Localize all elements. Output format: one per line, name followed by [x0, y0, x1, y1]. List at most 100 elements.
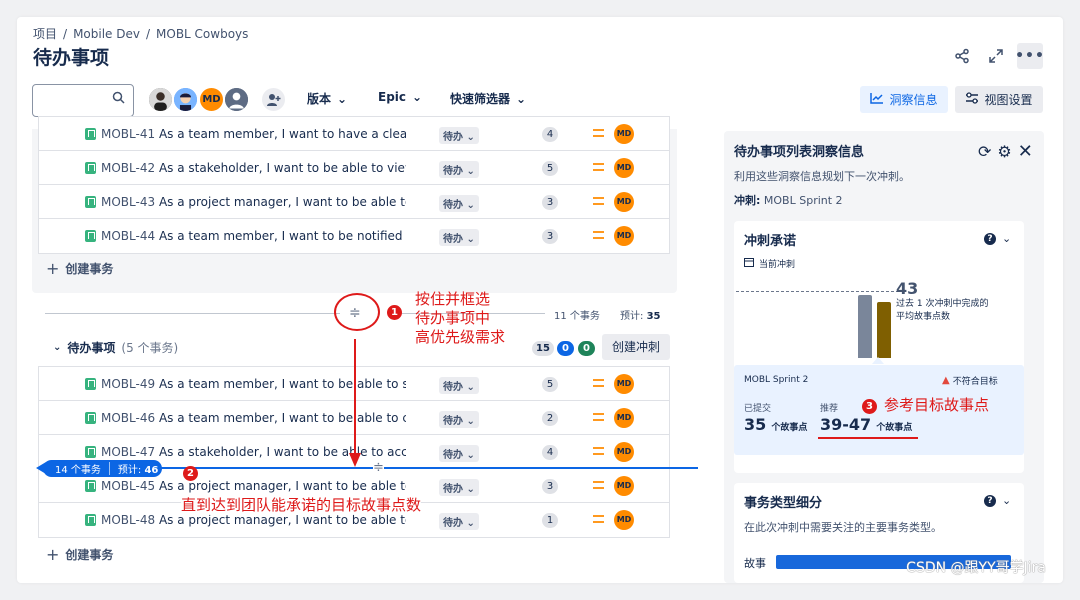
status-dropdown[interactable]: 待办 ⌄ [439, 127, 479, 144]
assignee-avatar[interactable]: MD [614, 226, 634, 246]
assignee-avatar[interactable]: MD [614, 408, 634, 428]
status-label: 待办 [443, 200, 463, 211]
drag-handle-icon[interactable]: ≑ [373, 461, 384, 475]
status-dropdown[interactable]: 待办 ⌄ [439, 161, 479, 178]
estimate-value: 35 [646, 311, 661, 322]
avatar-user-unassigned[interactable] [223, 86, 250, 113]
avatar-user-md[interactable]: MD [198, 86, 225, 113]
recommended-value: 39-47 [820, 415, 872, 434]
issue-key[interactable]: MOBL-43 [101, 195, 155, 209]
filter-version-label: 版本 [307, 92, 332, 106]
story-icon [85, 378, 96, 390]
status-dropdown[interactable]: 待办 ⌄ [439, 195, 479, 212]
filter-epic[interactable]: Epic ⌄ [378, 90, 422, 104]
drag-handle-icon[interactable]: ≑ [349, 305, 361, 321]
issue-key[interactable]: MOBL-47 [101, 445, 155, 459]
share-icon[interactable] [949, 43, 975, 69]
drag-estimate-value: 46 [144, 465, 159, 476]
add-people-icon[interactable] [260, 86, 287, 113]
story-points-badge[interactable]: 3 [542, 195, 558, 210]
status-dropdown[interactable]: 待办 ⌄ [439, 513, 479, 530]
avatar-user-1[interactable] [147, 86, 174, 113]
story-points-badge[interactable]: 4 [542, 445, 558, 460]
insights-sprint: 冲刺: MOBL Sprint 2 [734, 192, 843, 208]
chart-pointer [872, 357, 884, 364]
issue-key[interactable]: MOBL-48 [101, 513, 155, 527]
issue-summary-text: As a stakeholder, I want to be able to a… [158, 445, 406, 459]
story-points-badge[interactable]: 4 [542, 127, 558, 142]
issue-key[interactable]: MOBL-44 [101, 229, 155, 243]
view-settings-button[interactable]: 视图设置 [955, 86, 1043, 113]
chevron-down-icon[interactable]: ⌄ [1002, 232, 1011, 245]
issue-summary[interactable]: MOBL-45 As a project manager, I want to … [101, 479, 406, 493]
priority-medium-icon [593, 197, 604, 205]
fullscreen-icon[interactable] [983, 43, 1009, 69]
priority-medium-icon [593, 163, 604, 171]
story-points-badge[interactable]: 3 [542, 479, 558, 494]
status-dropdown[interactable]: 待办 ⌄ [439, 479, 479, 496]
insights-button[interactable]: 洞察信息 [860, 86, 948, 113]
plus-icon: + [46, 545, 60, 564]
assignee-avatar[interactable]: MD [614, 442, 634, 462]
search-input[interactable] [32, 84, 134, 117]
story-points-badge[interactable]: 2 [542, 411, 558, 426]
gear-icon[interactable]: ⚙ [997, 142, 1011, 161]
assignee-avatar[interactable]: MD [614, 124, 634, 144]
issue-key[interactable]: MOBL-41 [101, 127, 155, 141]
create-sprint-button[interactable]: 创建冲刺 [602, 334, 670, 360]
status-dropdown[interactable]: 待办 ⌄ [439, 377, 479, 394]
create-issue-button[interactable]: + 创建事务 [46, 545, 113, 564]
issue-key[interactable]: MOBL-42 [101, 161, 155, 175]
assignee-avatar[interactable]: MD [614, 476, 634, 496]
assignee-avatar[interactable]: MD [614, 374, 634, 394]
issue-type-title: 事务类型细分 [744, 496, 823, 511]
create-issue-button[interactable]: + 创建事务 [46, 259, 113, 278]
issue-type-desc: 在此次冲刺中需要关注的主要事务类型。 [744, 521, 942, 534]
status-dropdown[interactable]: 待办 ⌄ [439, 229, 479, 246]
issue-key[interactable]: MOBL-46 [101, 411, 155, 425]
issue-summary[interactable]: MOBL-44 As a team member, I want to be n… [101, 229, 406, 243]
refresh-icon[interactable]: ⟳ [978, 142, 991, 161]
breadcrumb-item-mobile-dev[interactable]: Mobile Dev [73, 27, 140, 41]
issue-summary[interactable]: MOBL-41 As a team member, I want to have… [101, 127, 406, 141]
commitment-bar-committed [858, 295, 872, 358]
help-icon[interactable]: ? [984, 494, 996, 507]
status-dropdown[interactable]: 待办 ⌄ [439, 445, 479, 462]
story-points-badge[interactable]: 5 [542, 161, 558, 176]
issue-summary-text: As a stakeholder, I want to be able to v… [158, 161, 406, 175]
breadcrumb-item-mobl-cowboys[interactable]: MOBL Cowboys [156, 27, 248, 41]
backlog-header[interactable]: ⌄ 待办事项 (5 个事务) [53, 339, 178, 356]
filter-version[interactable]: 版本 ⌄ [307, 90, 347, 107]
filter-quick[interactable]: 快速筛选器 ⌄ [450, 90, 526, 107]
help-icon[interactable]: ? [984, 232, 996, 245]
chevron-down-icon[interactable]: ⌄ [1002, 494, 1011, 507]
story-icon [85, 196, 96, 208]
insights-panel-title: 待办事项列表洞察信息 [734, 145, 865, 160]
priority-medium-icon [593, 481, 604, 489]
submitted-label: 已提交 [744, 404, 772, 414]
avatar-user-2[interactable] [172, 86, 199, 113]
status-dropdown[interactable]: 待办 ⌄ [439, 411, 479, 428]
story-points-badge[interactable]: 5 [542, 377, 558, 392]
assignee-avatar[interactable]: MD [614, 510, 634, 530]
status-label: 待办 [443, 518, 463, 529]
issue-summary-text: As a team member, I want to be able to c… [158, 411, 406, 425]
more-actions-button[interactable]: ••• [1015, 43, 1044, 69]
issue-row[interactable]: MOBL-41 As a team member, I want to have… [39, 117, 669, 151]
backlog-issue-count: (5 个事务) [121, 341, 179, 355]
current-sprint-legend: 当前冲刺 [744, 257, 795, 270]
breadcrumb-item-projects[interactable]: 项目 [33, 25, 57, 42]
issue-row[interactable]: MOBL-43 As a project manager, I want to … [39, 185, 669, 219]
issue-row[interactable]: MOBL-42 As a stakeholder, I want to be a… [39, 151, 669, 185]
issue-summary[interactable]: MOBL-43 As a project manager, I want to … [101, 195, 406, 209]
assignee-avatar[interactable]: MD [614, 158, 634, 178]
story-points-badge[interactable]: 1 [542, 513, 558, 528]
issue-summary[interactable]: MOBL-42 As a stakeholder, I want to be a… [101, 161, 406, 175]
issue-row[interactable]: MOBL-44 As a team member, I want to be n… [39, 219, 669, 253]
story-points-badge[interactable]: 3 [542, 229, 558, 244]
issue-summary[interactable]: MOBL-48 As a project manager, I want to … [101, 513, 406, 527]
issue-key[interactable]: MOBL-45 [101, 479, 155, 493]
issue-key[interactable]: MOBL-49 [101, 377, 155, 391]
assignee-avatar[interactable]: MD [614, 192, 634, 212]
close-icon[interactable]: ✕ [1018, 141, 1033, 162]
